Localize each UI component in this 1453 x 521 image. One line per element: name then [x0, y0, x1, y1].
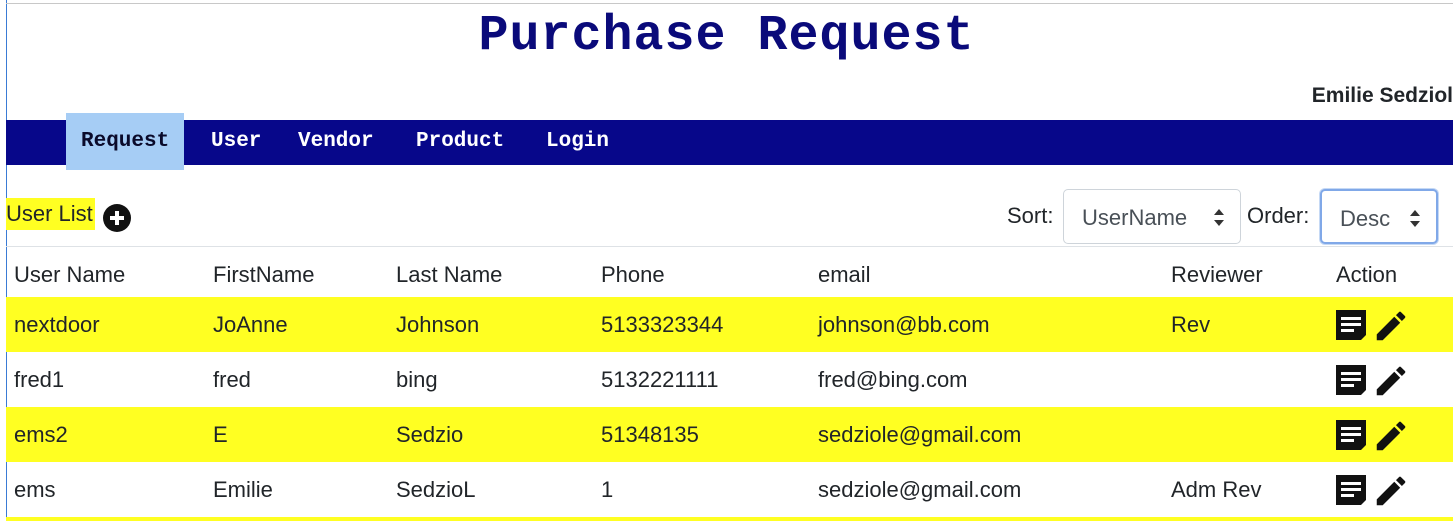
- detail-icon[interactable]: [1336, 310, 1367, 341]
- order-select-value: Desc: [1340, 206, 1391, 231]
- nav-login[interactable]: Login: [546, 120, 609, 165]
- column-header-email: email: [818, 262, 871, 287]
- edit-pencil-icon[interactable]: [1372, 417, 1410, 455]
- edit-pencil-icon[interactable]: [1372, 307, 1410, 345]
- detail-icon[interactable]: [1336, 420, 1367, 451]
- detail-icon[interactable]: [1336, 475, 1367, 506]
- cell-phone: 51348135: [601, 422, 699, 447]
- select-arrows-icon: [1410, 210, 1420, 227]
- column-header-username: User Name: [14, 262, 126, 287]
- order-select[interactable]: Desc: [1320, 189, 1438, 244]
- top-divider: [6, 3, 1453, 4]
- nav-product[interactable]: Product: [416, 120, 504, 165]
- cell-email: fred@bing.com: [818, 367, 968, 392]
- plus-circle-icon[interactable]: [103, 204, 131, 232]
- column-header-phone: Phone: [601, 262, 665, 287]
- cell-lastname: Sedzio: [396, 422, 464, 447]
- cell-email: johnson@bb.com: [818, 312, 990, 337]
- next-row-stripe: [6, 517, 1453, 521]
- table-row: ems Emilie SedzioL 1 sedziole@gmail.com …: [6, 462, 1453, 517]
- table-row: fred1 fred bing 5132221111 fred@bing.com: [6, 352, 1453, 407]
- column-header-firstname: FirstName: [213, 262, 315, 287]
- cell-lastname: Johnson: [396, 312, 480, 337]
- cell-reviewer: Rev: [1171, 312, 1211, 337]
- sort-select-value: UserName: [1082, 205, 1188, 230]
- order-label: Order:: [1247, 203, 1310, 228]
- cell-phone: 5132221111: [601, 367, 719, 392]
- table-row: ems2 E Sedzio 51348135 sedziole@gmail.co…: [6, 407, 1453, 462]
- column-header-action: Action: [1336, 262, 1398, 287]
- nav-vendor[interactable]: Vendor: [298, 120, 374, 165]
- edit-pencil-icon[interactable]: [1372, 362, 1410, 400]
- cell-lastname: bing: [396, 367, 438, 392]
- sort-label: Sort:: [1007, 203, 1054, 228]
- cell-firstname: fred: [213, 367, 251, 392]
- user-list-title: User List: [6, 198, 95, 230]
- cell-email: sedziole@gmail.com: [818, 477, 1022, 502]
- cell-phone: 1: [601, 477, 614, 502]
- detail-icon[interactable]: [1336, 365, 1367, 396]
- sort-select[interactable]: UserName: [1063, 189, 1241, 244]
- column-header-reviewer: Reviewer: [1171, 262, 1263, 287]
- table-row: nextdoor JoAnne Johnson 5133323344 johns…: [6, 297, 1453, 352]
- edit-pencil-icon[interactable]: [1372, 472, 1410, 510]
- current-user-name: Emilie Sedziol: [1311, 84, 1453, 107]
- column-header-lastname: Last Name: [396, 262, 503, 287]
- cell-firstname: Emilie: [213, 477, 273, 502]
- page-title: Purchase Request: [478, 8, 975, 65]
- nav-request[interactable]: Request: [66, 113, 185, 170]
- cell-username: nextdoor: [14, 312, 100, 337]
- cell-username: ems2: [14, 422, 68, 447]
- cell-phone: 5133323344: [601, 312, 724, 337]
- cell-lastname: SedzioL: [396, 477, 476, 502]
- nav-user[interactable]: User: [211, 120, 261, 165]
- cell-username: ems: [14, 477, 56, 502]
- cell-username: fred1: [14, 367, 65, 392]
- cell-email: sedziole@gmail.com: [818, 422, 1022, 447]
- user-table: User Name FirstName Last Name Phone emai…: [6, 246, 1453, 517]
- main-navbar: Request User Vendor Product Login: [6, 113, 1453, 170]
- table-header-row: User Name FirstName Last Name Phone emai…: [6, 247, 1453, 297]
- select-arrows-icon: [1214, 209, 1224, 226]
- cell-reviewer: Adm Rev: [1171, 477, 1262, 502]
- cell-firstname: E: [213, 422, 228, 447]
- cell-firstname: JoAnne: [213, 312, 288, 337]
